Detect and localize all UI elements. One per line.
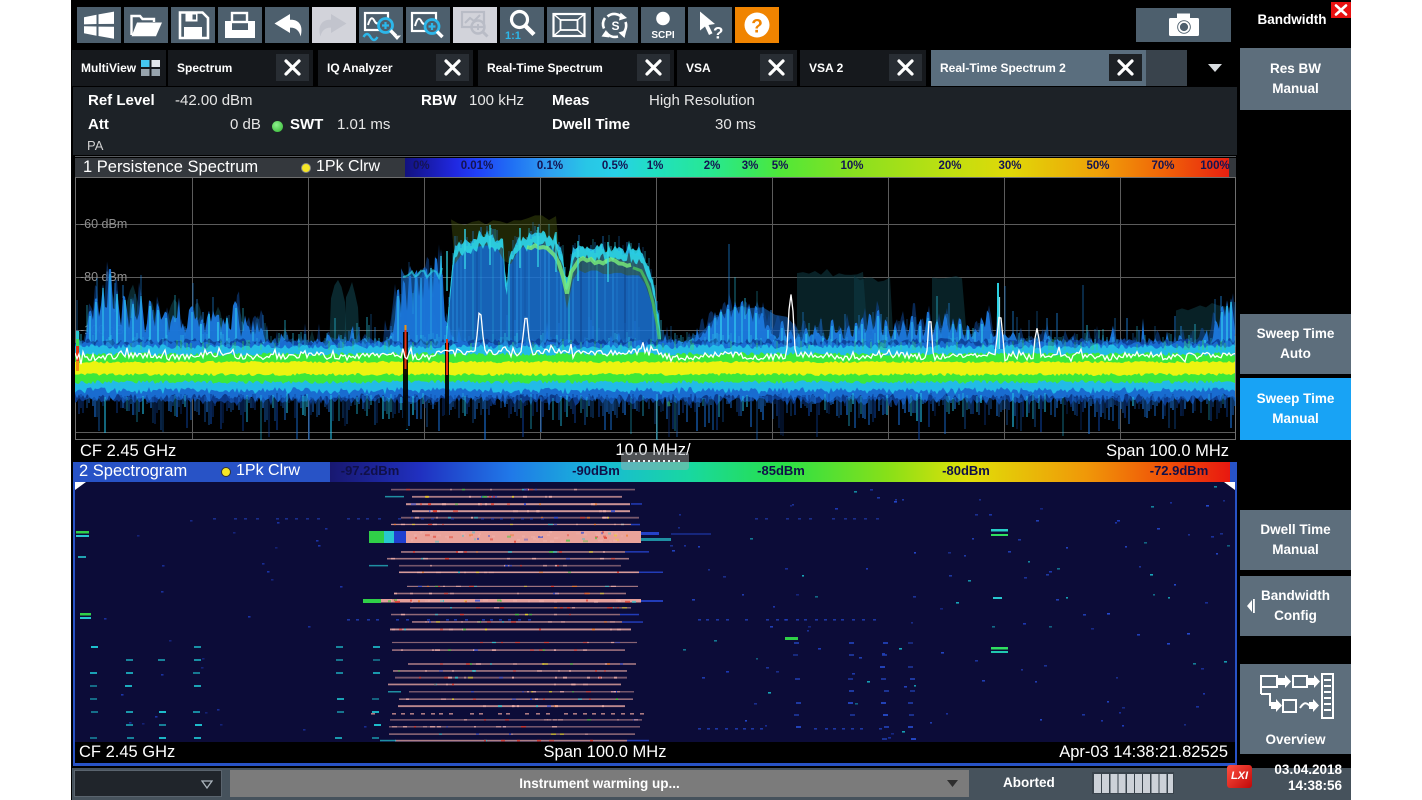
svg-text:1:1: 1:1 (505, 30, 521, 42)
svg-text:?: ? (713, 24, 723, 43)
svg-text:-80 dBm: -80 dBm (80, 270, 127, 284)
svg-text:SCPI: SCPI (651, 30, 675, 41)
svg-text:S: S (612, 19, 620, 33)
svg-text:?: ? (751, 17, 763, 38)
svg-text:-60 dBm: -60 dBm (80, 217, 127, 231)
